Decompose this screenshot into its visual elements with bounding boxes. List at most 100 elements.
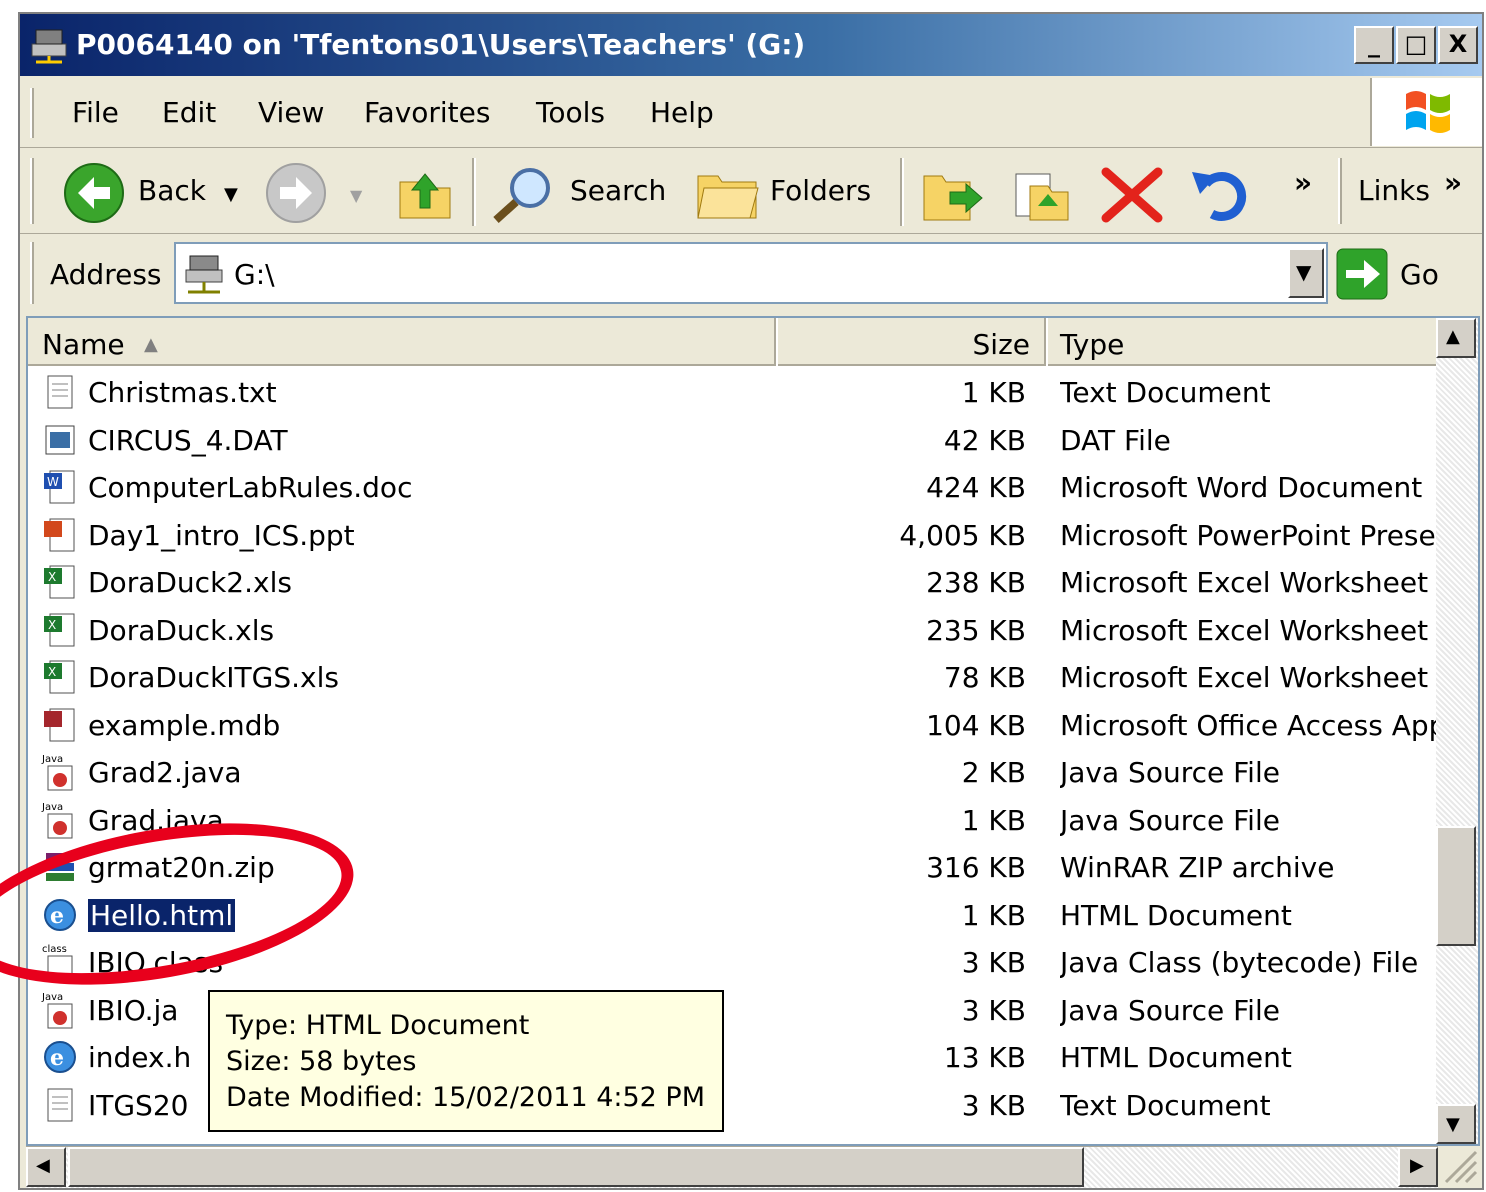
delete-icon[interactable]: [1100, 166, 1164, 224]
back-button[interactable]: Back: [138, 174, 206, 207]
file-size: 3 KB: [961, 1088, 1026, 1122]
search-button[interactable]: Search: [570, 174, 666, 207]
address-bar: Address G:\ ▼ Go: [20, 236, 1482, 314]
file-type: Microsoft PowerPoint Presen: [1060, 518, 1438, 552]
vertical-scrollbar[interactable]: ▲ ▼: [1436, 318, 1478, 1144]
move-to-icon[interactable]: [920, 164, 984, 224]
back-dropdown-arrow-icon[interactable]: ▼: [224, 184, 238, 205]
tooltip-size: Size: 58 bytes: [226, 1046, 417, 1077]
file-row[interactable]: Java Grad2.java 2 KB Java Source File: [28, 748, 1438, 795]
file-name[interactable]: ITGS20: [88, 1089, 188, 1122]
undo-icon[interactable]: [1188, 164, 1252, 224]
address-dropdown-button[interactable]: ▼: [1288, 248, 1324, 298]
file-name[interactable]: Christmas.txt: [88, 376, 277, 409]
file-name[interactable]: DoraDuck2.xls: [88, 566, 292, 599]
copy-to-icon[interactable]: [1008, 164, 1072, 224]
maximize-button[interactable]: □: [1396, 26, 1436, 64]
column-header-size[interactable]: Size: [778, 318, 1046, 366]
horizontal-scrollbar[interactable]: ◀ ▶: [26, 1146, 1438, 1188]
toolbar-separator: [472, 158, 476, 226]
file-name[interactable]: index.h: [88, 1041, 191, 1074]
menu-help[interactable]: Help: [650, 96, 714, 129]
file-name[interactable]: CIRCUS_4.DAT: [88, 424, 288, 457]
menu-view[interactable]: View: [258, 96, 324, 129]
file-name-cell: index.h: [88, 1041, 191, 1074]
excel-icon: X: [44, 613, 75, 646]
file-row[interactable]: X DoraDuck2.xls 238 KB Microsoft Excel Work…: [28, 558, 1438, 605]
file-name[interactable]: DoraDuck.xls: [88, 614, 274, 647]
links-overflow-chevron[interactable]: »: [1444, 166, 1462, 199]
folders-icon[interactable]: [696, 164, 760, 222]
svg-text:e: e: [50, 1045, 64, 1071]
close-button[interactable]: X: [1438, 26, 1478, 64]
toolbar-grip[interactable]: [30, 158, 34, 224]
menu-edit[interactable]: Edit: [162, 96, 216, 129]
column-header-type[interactable]: Type: [1048, 318, 1440, 366]
file-type: Java Source File: [1060, 803, 1280, 837]
file-row[interactable]: Christmas.txt 1 KB Text Document: [28, 368, 1438, 415]
scroll-right-arrow-icon: ▶: [1410, 1155, 1424, 1176]
address-input[interactable]: G:\ ▼: [174, 242, 1328, 304]
file-row[interactable]: X DoraDuckITGS.xls 78 KB Microsoft Excel Wo…: [28, 653, 1438, 700]
up-folder-icon[interactable]: [396, 164, 454, 222]
file-size: 235 KB: [926, 613, 1026, 647]
forward-dropdown-arrow-icon[interactable]: ▼: [350, 186, 362, 205]
network-drive-icon: [31, 29, 67, 64]
windows-flag-icon: [1406, 91, 1450, 133]
file-size: 1 KB: [961, 898, 1026, 932]
minimize-button[interactable]: _: [1354, 26, 1394, 64]
file-type: WinRAR ZIP archive: [1060, 851, 1335, 884]
column-header-name[interactable]: Name ▲: [28, 318, 776, 366]
search-magnifier-icon[interactable]: [490, 164, 560, 224]
toolbar-overflow-chevron[interactable]: »: [1294, 166, 1312, 199]
column-type-label: Type: [1060, 328, 1125, 361]
back-arrow-icon[interactable]: [62, 162, 128, 224]
forward-arrow-icon[interactable]: [264, 162, 330, 224]
scroll-left-button[interactable]: ◀: [26, 1147, 66, 1187]
folders-button[interactable]: Folders: [770, 174, 871, 207]
file-name[interactable]: IBIO.ja: [88, 994, 178, 1027]
file-row[interactable]: W ComputerLabRules.doc 424 KB Microsoft Wor…: [28, 463, 1438, 510]
menu-favorites[interactable]: Favorites: [364, 96, 490, 129]
menubar-grip[interactable]: [30, 88, 34, 138]
title-bar[interactable]: P0064140 on 'Tfentons01\Users\Teachers' …: [20, 14, 1482, 76]
dat-file-icon: [45, 425, 75, 454]
text-file-icon: [47, 1088, 73, 1121]
links-button[interactable]: Links: [1358, 174, 1430, 207]
links-grip[interactable]: [1338, 158, 1342, 224]
go-button[interactable]: Go: [1400, 258, 1439, 291]
menu-file[interactable]: File: [72, 96, 119, 129]
go-arrow-icon[interactable]: [1336, 248, 1388, 300]
column-name-label: Name: [42, 328, 125, 361]
horizontal-scroll-thumb[interactable]: [68, 1147, 1084, 1187]
file-size: 1 KB: [961, 803, 1026, 837]
file-name[interactable]: DoraDuckITGS.xls: [88, 661, 339, 694]
file-name-cell: ComputerLabRules.doc: [88, 471, 412, 504]
file-type: Microsoft Office Access App: [1060, 708, 1438, 742]
file-row[interactable]: example.mdb 104 KB Microsoft Office Access…: [28, 701, 1438, 748]
scroll-right-button[interactable]: ▶: [1398, 1147, 1438, 1187]
menu-tools[interactable]: Tools: [536, 96, 605, 129]
file-type: Microsoft Word Document: [1060, 471, 1423, 504]
file-size: 104 KB: [926, 708, 1026, 742]
resize-grip-icon[interactable]: [1438, 1144, 1478, 1184]
scroll-up-button[interactable]: ▲: [1436, 318, 1476, 358]
vertical-scroll-thumb[interactable]: [1436, 826, 1476, 946]
file-name[interactable]: Grad2.java: [88, 756, 242, 789]
file-size: 316 KB: [926, 851, 1026, 884]
java-icon: Java: [41, 992, 73, 1028]
network-drive-icon: [185, 255, 223, 294]
address-grip[interactable]: [30, 242, 34, 304]
file-size: 2 KB: [961, 756, 1026, 789]
tooltip-date-modified: Date Modified: 15/02/2011 4:52 PM: [226, 1082, 705, 1113]
file-row[interactable]: Day1_intro_ICS.ppt 4,005 KB Microsoft Powe…: [28, 511, 1438, 558]
svg-text:X: X: [48, 618, 56, 632]
file-row[interactable]: X DoraDuck.xls 235 KB Microsoft Excel Works…: [28, 606, 1438, 653]
svg-text:X: X: [48, 665, 56, 679]
file-name[interactable]: ComputerLabRules.doc: [88, 471, 412, 504]
scroll-down-button[interactable]: ▼: [1436, 1104, 1476, 1144]
file-name[interactable]: Day1_intro_ICS.ppt: [88, 519, 355, 552]
file-name-cell: DoraDuckITGS.xls: [88, 661, 339, 694]
file-row[interactable]: CIRCUS_4.DAT 42 KB DAT File: [28, 416, 1438, 463]
file-name[interactable]: example.mdb: [88, 709, 280, 742]
